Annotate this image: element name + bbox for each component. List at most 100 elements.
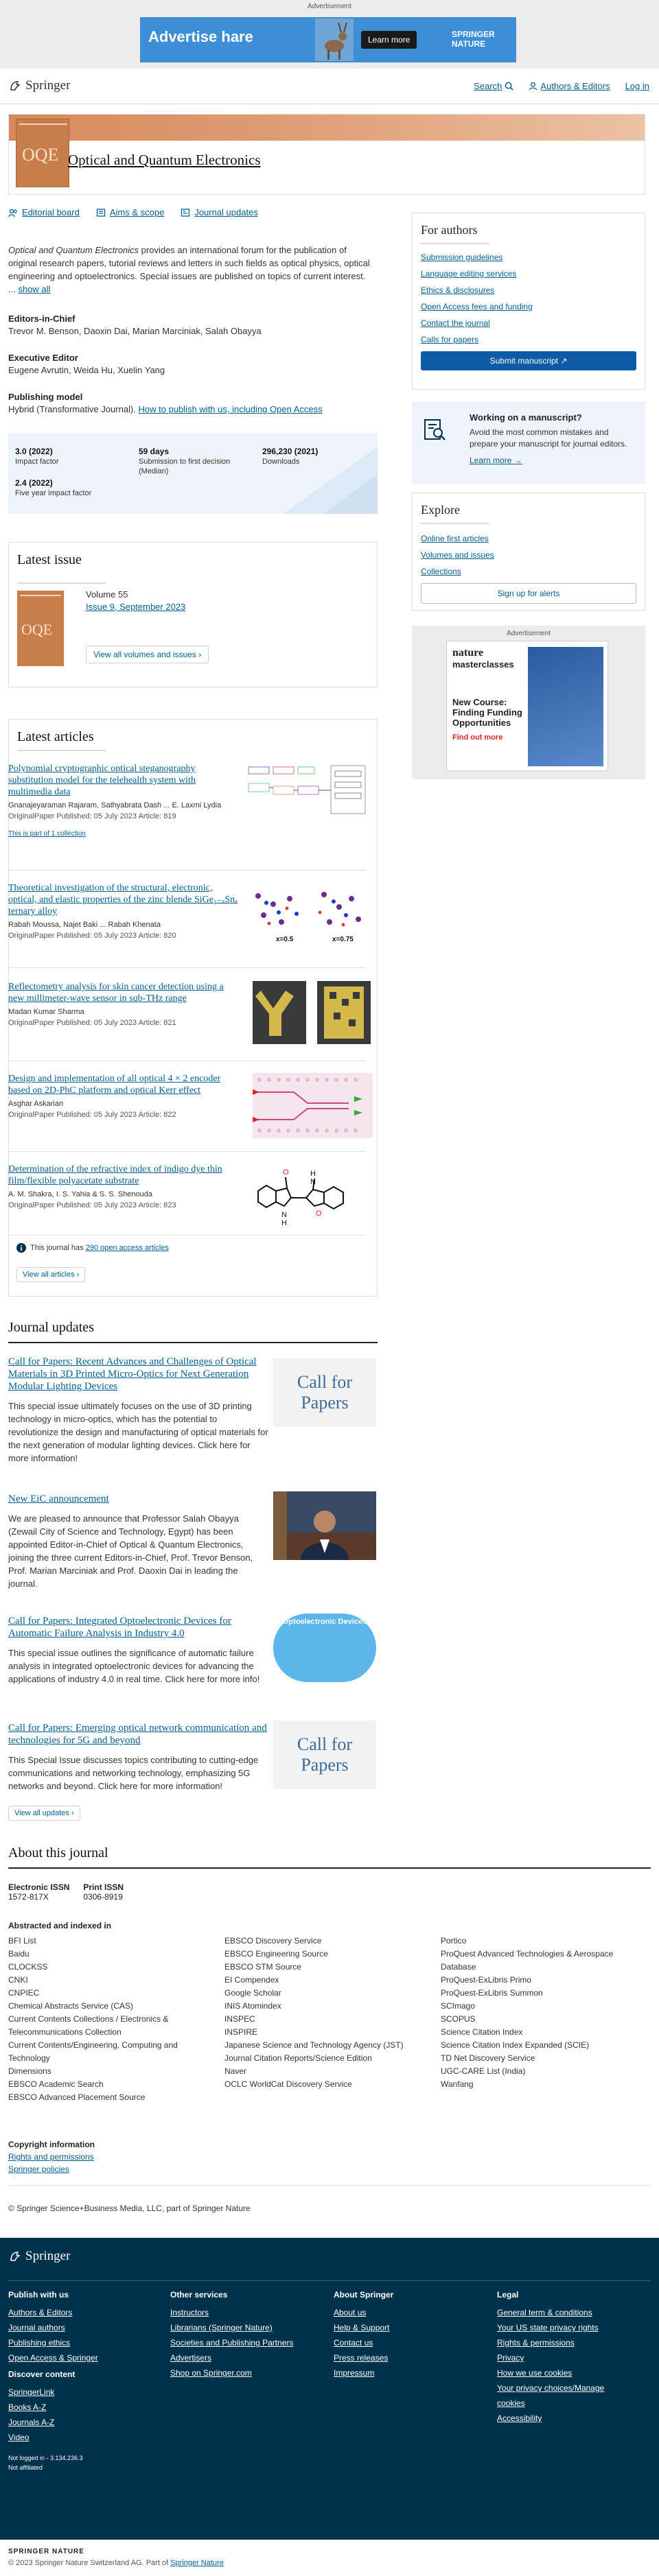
article-title[interactable]: Determination of the refractive index of…	[8, 1163, 238, 1187]
issue-link[interactable]: Issue 9, September 2023	[86, 602, 185, 612]
latest-issue-cover[interactable]: OQE	[17, 591, 64, 666]
people-icon	[8, 209, 17, 217]
five-year-if-label: Five year impact factor	[15, 489, 92, 497]
editorial-board-link[interactable]: Editorial board	[8, 207, 80, 217]
footer-link-help-support[interactable]: Help & Support	[334, 2320, 393, 2335]
aims-scope-link[interactable]: Aims & scope	[96, 207, 164, 217]
open-access-link[interactable]: How to publish with us, including Open A…	[139, 404, 323, 414]
footer-link-open-access-springer[interactable]: Open Access & Springer	[8, 2350, 98, 2365]
nature-masterclasses-ad[interactable]: nature masterclasses New Course: Finding…	[446, 641, 608, 771]
footer-link-journals-a-z[interactable]: Journals A-Z	[8, 2415, 75, 2430]
index-entry: INIS Atomindex	[224, 2001, 281, 2011]
article-item: Design and implementation of all optical…	[8, 1073, 373, 1138]
journal-title[interactable]: Optical and Quantum Electronics	[68, 152, 261, 169]
footer-link-shop-on-springer-com[interactable]: Shop on Springer.com	[170, 2365, 293, 2380]
footer-bottom: SPRINGER NATURE © 2023 Springer Nature S…	[0, 2540, 659, 2576]
footer-link-books-a-z[interactable]: Books A-Z	[8, 2400, 75, 2415]
springer-policies-link[interactable]: Springer policies	[8, 2164, 69, 2174]
authors-editors-link[interactable]: Authors & Editors	[529, 81, 610, 91]
calls-for-papers-link[interactable]: Calls for papers	[421, 335, 478, 344]
footer-logo[interactable]: Springer	[8, 2249, 70, 2264]
collection-link[interactable]: This is part of 1 collection	[8, 830, 365, 838]
index-entry: ProQuest-ExLibris Summon	[441, 1988, 543, 1998]
for-authors-card: For authors Submission guidelines Langua…	[412, 213, 645, 390]
update-item: Call for Papers: Emerging optical networ…	[8, 1721, 379, 1793]
article-title[interactable]: Design and implementation of all optical…	[8, 1073, 238, 1096]
ethics-link[interactable]: Ethics & disclosures	[421, 285, 494, 295]
footer-link-your-us-state-privacy-rights[interactable]: Your US state privacy rights	[497, 2320, 634, 2335]
update-title[interactable]: Call for Papers: Recent Advances and Cha…	[8, 1356, 269, 1393]
article-title[interactable]: Theoretical investigation of the structu…	[8, 882, 238, 917]
footer-link-impressum[interactable]: Impressum	[334, 2365, 393, 2380]
index-entry: CNKI	[8, 1975, 28, 1985]
volumes-issues-link[interactable]: Volumes and issues	[421, 550, 494, 560]
journal-header: OQE Optical and Quantum Electronics	[8, 114, 645, 195]
index-entry: Dimensions	[8, 2066, 51, 2076]
footer-copyright-text: © 2023 Springer Nature Switzerland AG. P…	[8, 2559, 171, 2567]
footer-link-springerlink[interactable]: SpringerLink	[8, 2385, 75, 2400]
svg-text:H: H	[310, 1170, 316, 1178]
footer-link-how-we-use-cookies[interactable]: How we use cookies	[497, 2365, 634, 2380]
view-all-volumes-button[interactable]: View all volumes and issues ›	[86, 646, 209, 663]
top-advertisement: Advertisement Advertise hare Learn more …	[0, 0, 659, 69]
update-text: We are pleased to announce that Professo…	[8, 1513, 253, 1589]
update-title[interactable]: Call for Papers: Integrated Optoelectron…	[8, 1615, 269, 1640]
footer-link-privacy[interactable]: Privacy	[497, 2350, 634, 2365]
editorial-board-label: Editorial board	[22, 207, 80, 217]
view-all-articles-button[interactable]: View all articles ›	[16, 1267, 86, 1282]
footer-link-librarians-springer-nature[interactable]: Librarians (Springer Nature)	[170, 2320, 293, 2335]
index-entry: CNPIEC	[8, 1988, 40, 1998]
index-column-2: EBSCO Discovery Service EBSCO Engineering…	[224, 1935, 430, 2091]
eissn-label: Electronic ISSN	[8, 1882, 70, 1892]
update-title[interactable]: Call for Papers: Emerging optical networ…	[8, 1722, 269, 1747]
language-editing-link[interactable]: Language editing services	[421, 269, 516, 279]
show-all-link[interactable]: show all	[18, 284, 50, 294]
rights-permissions-link[interactable]: Rights and permissions	[8, 2152, 94, 2162]
footer-link-instructors[interactable]: Instructors	[170, 2305, 293, 2320]
submission-guidelines-link[interactable]: Submission guidelines	[421, 252, 502, 262]
sign-up-alerts-button[interactable]: Sign up for alerts	[421, 583, 636, 604]
search-link[interactable]: Search	[474, 81, 514, 91]
footer-link-accessibility[interactable]: Accessibility	[497, 2411, 634, 2426]
logo-text: Springer	[25, 78, 71, 93]
springer-nature-link[interactable]: Springer Nature	[170, 2559, 224, 2567]
aims-scope-label: Aims & scope	[109, 207, 165, 217]
heading-divider	[421, 523, 489, 524]
login-link[interactable]: Log in	[625, 81, 649, 91]
index-entry: BFI List	[8, 1936, 36, 1946]
article-item: Theoretical investigation of the structu…	[8, 882, 365, 943]
article-title[interactable]: Reflectometry analysis for skin cancer d…	[8, 981, 238, 1004]
index-entry: INSPEC	[224, 2014, 255, 2024]
submit-manuscript-button[interactable]: Submit manuscript ↗	[421, 351, 636, 370]
open-access-articles-link[interactable]: 290 open access articles	[86, 1244, 169, 1252]
svg-text:H: H	[281, 1219, 287, 1227]
oa-fees-link[interactable]: Open Access fees and funding	[421, 302, 533, 311]
online-first-link[interactable]: Online first articles	[421, 534, 489, 543]
collections-link[interactable]: Collections	[421, 567, 461, 576]
footer-link-authors-editors[interactable]: Authors & Editors	[8, 2305, 98, 2320]
footer-link-journal-authors[interactable]: Journal authors	[8, 2320, 98, 2335]
view-all-updates-button[interactable]: View all updates ›	[8, 1806, 80, 1821]
ad-banner[interactable]: Advertise hare Learn more SPRINGER NATUR…	[140, 17, 516, 62]
footer-link-publishing-ethics[interactable]: Publishing ethics	[8, 2335, 98, 2350]
call-for-papers-image: Call for Papers	[273, 1721, 376, 1789]
footer-link-societies-and-publishing-partners[interactable]: Societies and Publishing Partners	[170, 2335, 293, 2350]
contact-journal-link[interactable]: Contact the journal	[421, 318, 490, 328]
footer-link-advertisers[interactable]: Advertisers	[170, 2350, 293, 2365]
learn-more-link[interactable]: Learn more →	[470, 456, 522, 465]
springer-logo[interactable]: Springer	[8, 78, 70, 93]
footer-link-video[interactable]: Video	[8, 2430, 75, 2445]
learn-more-button[interactable]: Learn more	[361, 31, 417, 49]
footer-link-your-privacy-choices-manage-cookies[interactable]: Your privacy choices/Manage cookies	[497, 2380, 634, 2411]
journal-updates-link[interactable]: Journal updates	[181, 207, 258, 217]
footer-link-about-us[interactable]: About us	[334, 2305, 393, 2320]
footer-link-rights-permissions[interactable]: Rights & permissions	[497, 2335, 634, 2350]
index-entry: EBSCO Academic Search	[8, 2079, 104, 2089]
footer-link-contact-us[interactable]: Contact us	[334, 2335, 393, 2350]
index-entry: EBSCO Advanced Placement Source	[8, 2092, 146, 2102]
article-title[interactable]: Polynomial cryptographic optical stegano…	[8, 763, 238, 798]
call-for-papers-text: Call for Papers	[297, 1372, 353, 1413]
update-title[interactable]: New EiC announcement	[8, 1493, 269, 1505]
footer-link-press-releases[interactable]: Press releases	[334, 2350, 393, 2365]
footer-link-general-term-conditions[interactable]: General term & conditions	[497, 2305, 634, 2320]
